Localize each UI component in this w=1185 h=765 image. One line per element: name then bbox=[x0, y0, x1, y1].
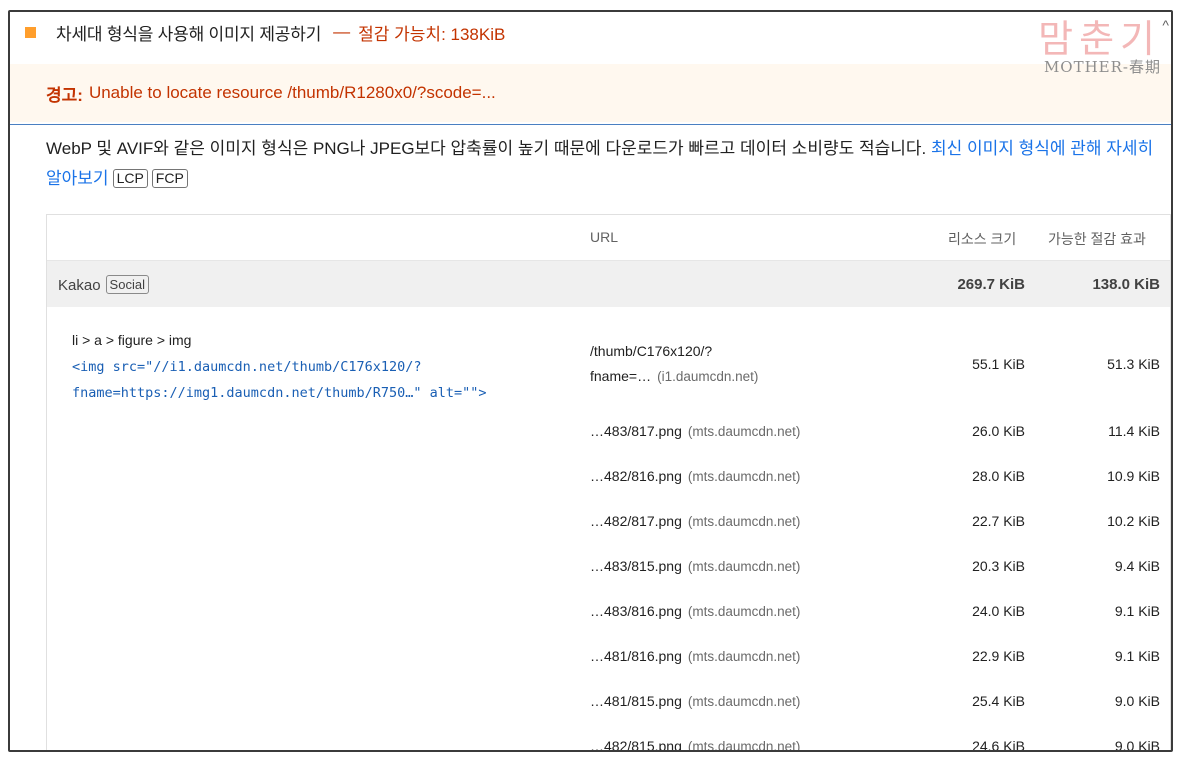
row-url[interactable]: …483/816.png (mts.daumcdn.net) bbox=[590, 603, 800, 619]
row-savings: 9.1 KiB bbox=[1114, 648, 1160, 664]
row-size: 26.0 KiB bbox=[972, 423, 1025, 439]
row-url-path: …482/816.png bbox=[590, 468, 682, 484]
table-row[interactable]: …481/815.png (mts.daumcdn.net) 25.4 KiB 9.0… bbox=[47, 681, 1170, 725]
table-row[interactable]: …483/815.png (mts.daumcdn.net) 20.3 KiB 9.4… bbox=[47, 546, 1170, 590]
row-size: 28.0 KiB bbox=[972, 468, 1025, 484]
row-host: (mts.daumcdn.net) bbox=[687, 514, 801, 529]
row-size: 22.9 KiB bbox=[972, 648, 1025, 664]
row-host: (mts.daumcdn.net) bbox=[687, 469, 801, 484]
table-row[interactable]: …483/817.png (mts.daumcdn.net) 26.0 KiB 11.… bbox=[47, 411, 1170, 455]
row-size: 55.1 KiB bbox=[972, 356, 1025, 372]
entity-label: Kakao bbox=[58, 277, 101, 294]
audit-title: 차세대 형식을 사용해 이미지 제공하기 bbox=[56, 24, 322, 44]
table-row[interactable]: /thumb/C176x120/? fname=… (i1.daumcdn.net… bbox=[47, 333, 1170, 393]
row-url-tail: fname=… bbox=[590, 368, 652, 384]
metric-chip-lcp: LCP bbox=[112, 169, 148, 188]
row-url-path: …483/817.png bbox=[590, 423, 682, 439]
fail-status-icon bbox=[25, 26, 36, 38]
section-divider bbox=[10, 124, 1171, 125]
audit-description: WebP 및 AVIF와 같은 이미지 형식은 PNG나 JPEG보다 압축률이… bbox=[46, 134, 1171, 194]
row-size: 20.3 KiB bbox=[972, 558, 1025, 574]
row-url[interactable]: …482/817.png (mts.daumcdn.net) bbox=[590, 513, 800, 529]
watermark-logo: 맘춘기 MOTHER-春期 bbox=[1038, 20, 1161, 77]
row-savings: 51.3 KiB bbox=[1107, 356, 1160, 372]
row-url[interactable]: …482/816.png (mts.daumcdn.net) bbox=[590, 468, 800, 484]
group-size: 269.7 KiB bbox=[957, 276, 1025, 293]
row-savings: 9.0 KiB bbox=[1114, 693, 1160, 709]
table-row[interactable]: …482/816.png (mts.daumcdn.net) 28.0 KiB 10.… bbox=[47, 456, 1170, 500]
row-host: (i1.daumcdn.net) bbox=[657, 369, 759, 384]
audit-panel: 차세대 형식을 사용해 이미지 제공하기 — 절감 가능치: 138KiB ^ … bbox=[8, 10, 1173, 752]
audit-savings: 절감 가능치: 138KiB bbox=[358, 24, 506, 44]
row-savings: 9.0 KiB bbox=[1114, 738, 1160, 752]
row-size: 24.6 KiB bbox=[972, 738, 1025, 752]
table-header: URL 리소스 크기 가능한 절감 효과 bbox=[47, 215, 1170, 260]
row-savings: 10.9 KiB bbox=[1107, 468, 1160, 484]
resource-table: URL 리소스 크기 가능한 절감 효과 Kakao Social 269.7 K… bbox=[46, 214, 1171, 752]
row-size: 22.7 KiB bbox=[972, 513, 1025, 529]
warning-text: Unable to locate resource /thumb/R1280x0… bbox=[88, 83, 496, 102]
entity-group-row[interactable]: Kakao Social 269.7 KiB 138.0 KiB bbox=[47, 260, 1170, 307]
header-size: 리소스 크기 bbox=[948, 231, 1017, 247]
watermark-sub: MOTHER-春期 bbox=[1043, 58, 1161, 76]
chevron-up-icon[interactable]: ^ bbox=[1162, 17, 1169, 33]
row-host: (mts.daumcdn.net) bbox=[687, 649, 801, 664]
table-row[interactable]: …482/817.png (mts.daumcdn.net) 22.7 KiB 10.… bbox=[47, 501, 1170, 545]
entity-name: Kakao Social bbox=[58, 275, 149, 294]
row-url[interactable]: …481/815.png (mts.daumcdn.net) bbox=[590, 693, 800, 709]
header-savings: 가능한 절감 효과 bbox=[1048, 231, 1146, 247]
row-size: 25.4 KiB bbox=[972, 693, 1025, 709]
row-url-path: …481/816.png bbox=[590, 648, 682, 664]
row-url-path: …483/816.png bbox=[590, 603, 682, 619]
row-url-path: …481/815.png bbox=[590, 693, 682, 709]
row-url[interactable]: …481/816.png (mts.daumcdn.net) bbox=[590, 648, 800, 664]
row-url-path: …482/815.png bbox=[590, 738, 682, 752]
audit-dash: — bbox=[333, 22, 351, 41]
group-savings: 138.0 KiB bbox=[1092, 276, 1160, 293]
row-url-path: …483/815.png bbox=[590, 558, 682, 574]
row-savings: 11.4 KiB bbox=[1108, 423, 1160, 439]
metric-chip-fcp: FCP bbox=[151, 169, 188, 188]
table-row[interactable]: …481/816.png (mts.daumcdn.net) 22.9 KiB 9.1… bbox=[47, 636, 1170, 680]
entity-tag: Social bbox=[105, 275, 149, 294]
row-savings: 9.1 KiB bbox=[1114, 603, 1160, 619]
row-url[interactable]: …482/815.png (mts.daumcdn.net) bbox=[590, 738, 801, 752]
row-host: (mts.daumcdn.net) bbox=[687, 604, 801, 619]
row-savings: 10.2 KiB bbox=[1107, 513, 1160, 529]
row-url[interactable]: …483/817.png (mts.daumcdn.net) bbox=[590, 423, 800, 439]
warning-label: 경고: bbox=[46, 85, 83, 105]
description-text: WebP 및 AVIF와 같은 이미지 형식은 PNG나 JPEG보다 압축률이… bbox=[46, 139, 931, 158]
row-host: (mts.daumcdn.net) bbox=[687, 424, 801, 439]
row-savings: 9.4 KiB bbox=[1114, 558, 1160, 574]
row-host: (mts.daumcdn.net) bbox=[687, 559, 801, 574]
warning-box: 경고: Unable to locate resource /thumb/R12… bbox=[10, 64, 1171, 122]
row-size: 24.0 KiB bbox=[972, 603, 1025, 619]
table-row[interactable]: …482/815.png (mts.daumcdn.net) 24.6 KiB 9.0… bbox=[47, 726, 1170, 752]
row-url[interactable]: …483/815.png (mts.daumcdn.net) bbox=[590, 558, 800, 574]
row-url-path: …482/817.png bbox=[590, 513, 682, 529]
header-url: URL bbox=[590, 229, 619, 245]
table-row[interactable]: …483/816.png (mts.daumcdn.net) 24.0 KiB 9.1… bbox=[47, 591, 1170, 635]
row-url-cont: fname=… (i1.daumcdn.net) bbox=[590, 368, 758, 384]
row-host: (mts.daumcdn.net) bbox=[687, 739, 801, 752]
watermark-main: 맘춘기 bbox=[1038, 17, 1161, 61]
audit-header[interactable]: 차세대 형식을 사용해 이미지 제공하기 — 절감 가능치: 138KiB bbox=[22, 18, 1161, 46]
row-host: (mts.daumcdn.net) bbox=[687, 694, 801, 709]
row-url[interactable]: /thumb/C176x120/? bbox=[590, 343, 712, 359]
